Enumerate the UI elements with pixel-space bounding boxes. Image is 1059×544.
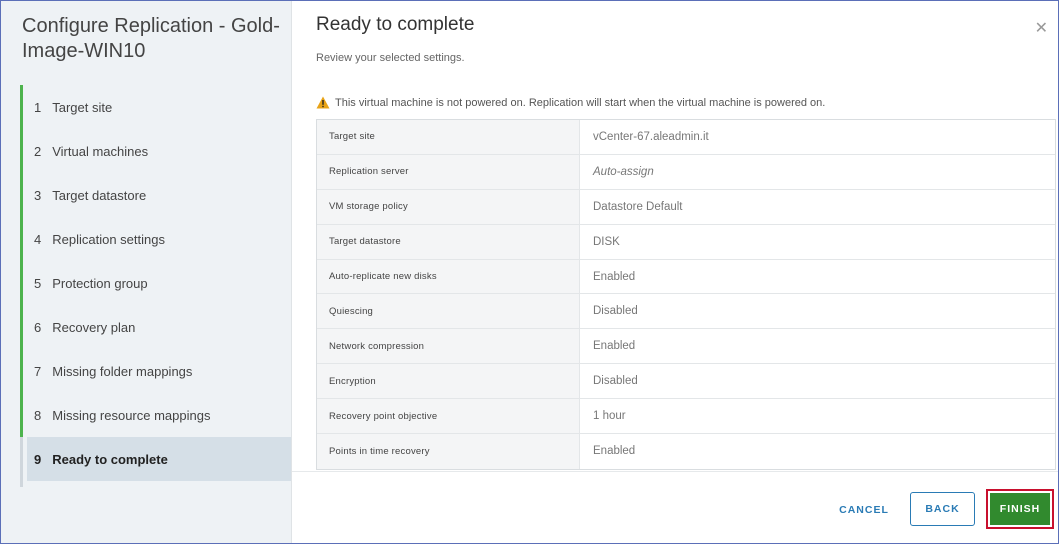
close-icon[interactable]: ✕ (1035, 21, 1048, 37)
setting-name: Recovery point objective (317, 399, 580, 434)
step-label: Recovery plan (52, 319, 136, 335)
footer-divider (292, 471, 1058, 472)
step-label: Target datastore (52, 187, 147, 203)
setting-name: Target datastore (317, 224, 580, 259)
setting-value: vCenter-67.aleadmin.it (593, 130, 709, 143)
setting-value: Disabled (593, 305, 638, 318)
setting-value: Disabled (593, 375, 638, 388)
step-label: Virtual machines (52, 143, 149, 159)
step-complete-bar (20, 393, 23, 437)
step-label: Replication settings (52, 231, 165, 247)
table-row: Auto-replicate new disks Enabled (317, 259, 1055, 295)
step-number: 2 (34, 143, 42, 159)
step-replication-settings[interactable]: 4 Replication settings (20, 217, 291, 261)
finish-button[interactable]: FINISH (990, 493, 1050, 525)
step-number: 8 (34, 407, 42, 423)
page-title: Ready to complete (316, 14, 475, 35)
table-row: Network compression Enabled (317, 329, 1055, 365)
setting-name: Target site (317, 120, 580, 154)
step-label: Target site (52, 99, 113, 115)
table-row: Quiescing Disabled (317, 294, 1055, 330)
wizard-sidebar: Configure Replication - Gold-Image-WIN10… (1, 1, 292, 543)
table-row: Encryption Disabled (317, 364, 1055, 400)
table-row: VM storage policy Datastore Default (317, 189, 1055, 225)
step-missing-folder-mappings[interactable]: 7 Missing folder mappings (20, 349, 291, 393)
step-number: 7 (34, 363, 42, 379)
setting-name: Encryption (317, 364, 580, 399)
warning-message: This virtual machine is not powered on. … (316, 96, 825, 109)
warning-icon (316, 96, 330, 109)
setting-name: Network compression (317, 329, 580, 364)
step-label: Ready to complete (52, 451, 168, 467)
configure-replication-dialog: Configure Replication - Gold-Image-WIN10… (0, 0, 1059, 544)
setting-value: 1 hour (593, 410, 626, 423)
setting-value: Auto-assign (593, 165, 654, 178)
step-recovery-plan[interactable]: 6 Recovery plan (20, 305, 291, 349)
setting-name: VM storage policy (317, 189, 580, 224)
setting-name: Auto-replicate new disks (317, 259, 580, 294)
step-number: 3 (34, 187, 42, 203)
step-target-datastore[interactable]: 3 Target datastore (20, 173, 291, 217)
main-panel: Ready to complete Review your selected s… (292, 1, 1058, 543)
step-pending-bar (20, 437, 23, 487)
setting-value: Enabled (593, 445, 636, 458)
finish-button-highlight: FINISH (986, 489, 1054, 529)
step-complete-bar (20, 173, 23, 217)
step-protection-group[interactable]: 5 Protection group (20, 261, 291, 305)
step-complete-bar (20, 85, 23, 129)
wizard-steps: 1 Target site 2 Virtual machines 3 Targe… (20, 85, 291, 481)
step-complete-bar (20, 261, 23, 305)
step-complete-bar (20, 349, 23, 393)
step-missing-resource-mappings[interactable]: 8 Missing resource mappings (20, 393, 291, 437)
step-complete-bar (20, 305, 23, 349)
page-subtitle: Review your selected settings. (316, 52, 465, 64)
setting-value: Enabled (593, 270, 636, 283)
table-row: Target datastore DISK (317, 224, 1055, 260)
table-row: Points in time recovery Enabled (317, 434, 1055, 469)
wizard-title: Configure Replication - Gold-Image-WIN10 (22, 15, 280, 62)
table-row: Replication server Auto-assign (317, 154, 1055, 190)
step-number: 5 (34, 275, 42, 291)
cancel-button[interactable]: CANCEL (829, 493, 899, 527)
back-button[interactable]: BACK (910, 492, 975, 526)
setting-name: Replication server (317, 154, 580, 189)
step-number: 4 (34, 231, 42, 247)
step-number: 9 (34, 451, 42, 467)
setting-value: Enabled (593, 340, 636, 353)
setting-name: Quiescing (317, 294, 580, 329)
setting-name: Points in time recovery (317, 434, 580, 469)
table-row: Recovery point objective 1 hour (317, 399, 1055, 435)
step-complete-bar (20, 129, 23, 173)
step-label: Missing folder mappings (52, 363, 193, 379)
step-ready-to-complete[interactable]: 9 Ready to complete (27, 437, 291, 481)
settings-table: Target site vCenter-67.aleadmin.it Repli… (316, 119, 1056, 470)
table-row: Target site vCenter-67.aleadmin.it (317, 120, 1055, 155)
step-label: Missing resource mappings (52, 407, 211, 423)
setting-value: Datastore Default (593, 200, 683, 213)
step-virtual-machines[interactable]: 2 Virtual machines (20, 129, 291, 173)
step-number: 6 (34, 319, 42, 335)
step-complete-bar (20, 217, 23, 261)
step-number: 1 (34, 99, 42, 115)
step-target-site[interactable]: 1 Target site (20, 85, 291, 129)
step-label: Protection group (52, 275, 148, 291)
warning-text: This virtual machine is not powered on. … (335, 96, 826, 109)
setting-value: DISK (593, 235, 620, 248)
